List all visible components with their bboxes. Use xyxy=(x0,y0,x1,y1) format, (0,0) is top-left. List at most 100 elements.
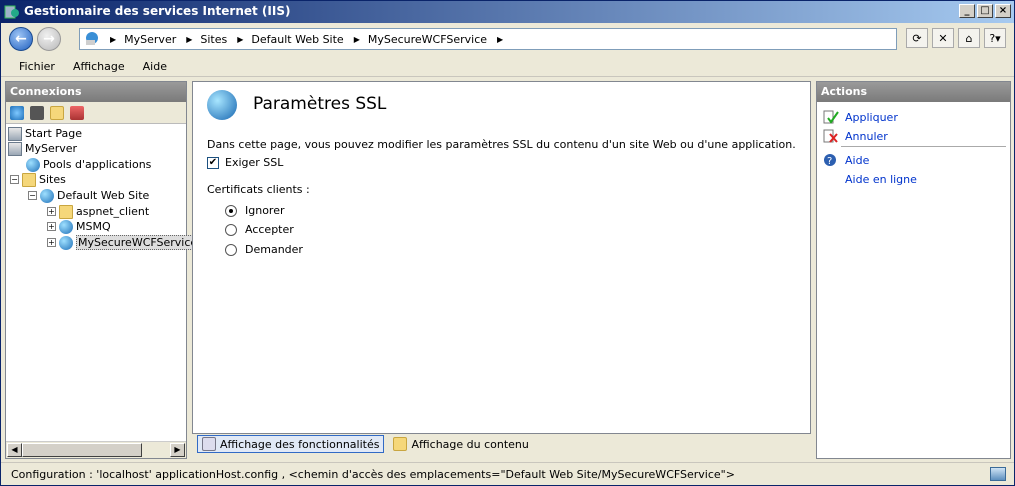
help-icon: ? xyxy=(823,153,839,167)
network-status-icon xyxy=(990,467,1006,481)
expand-icon[interactable]: + xyxy=(47,238,56,247)
chevron-right-icon[interactable]: ▶ xyxy=(186,35,192,44)
svg-text:?: ? xyxy=(827,156,832,167)
tree-label: Start Page xyxy=(25,127,82,140)
page-description: Dans cette page, vous pouvez modifier le… xyxy=(207,138,796,151)
online-help-label: Aide en ligne xyxy=(845,173,917,186)
horizontal-scrollbar[interactable]: ◀ ▶ xyxy=(6,441,186,458)
help-action[interactable]: ? Aide xyxy=(823,153,869,167)
connections-header: Connexions xyxy=(6,82,186,102)
chevron-right-icon[interactable]: ▶ xyxy=(497,35,503,44)
forward-button[interactable]: → xyxy=(37,27,61,51)
online-help-action[interactable]: Aide en ligne xyxy=(845,173,917,186)
status-text: Configuration : 'localhost' applicationH… xyxy=(11,467,735,481)
radio-empty-icon[interactable] xyxy=(225,223,237,236)
tree-label: Default Web Site xyxy=(57,189,150,202)
radio-demander[interactable]: Demander xyxy=(225,243,303,256)
require-ssl-checkbox[interactable]: ✔ Exiger SSL xyxy=(207,156,283,169)
sites-folder-icon xyxy=(22,172,36,187)
tree-label-selected: MySecureWCFService xyxy=(76,235,200,250)
cancel-action[interactable]: Annuler xyxy=(823,129,888,143)
tree-node-start-page[interactable]: Start Page xyxy=(8,126,82,141)
actions-pane: Actions Appliquer Annuler ? Aide Aide en… xyxy=(816,81,1011,459)
breadcrumb-sites[interactable]: Sites xyxy=(200,33,227,46)
title-bar[interactable]: Gestionnaire des services Internet (IIS)… xyxy=(1,1,1014,23)
scroll-right-icon[interactable]: ▶ xyxy=(170,443,185,457)
client-certificates-label: Certificats clients : xyxy=(207,183,310,196)
tree-node-app-pools[interactable]: Pools d'applications xyxy=(26,157,151,172)
application-icon xyxy=(59,219,73,234)
tree-node-sites[interactable]: − Sites xyxy=(10,172,66,187)
breadcrumb-myserver[interactable]: MyServer xyxy=(124,33,176,46)
tree-label: aspnet_client xyxy=(76,205,150,218)
scroll-left-icon[interactable]: ◀ xyxy=(7,443,22,457)
tree-node-myserver[interactable]: MyServer xyxy=(8,141,77,156)
tree-label: Sites xyxy=(39,173,66,186)
menu-bar: Fichier Affichage Aide xyxy=(1,57,1014,77)
tree-label: Pools d'applications xyxy=(43,158,152,171)
disconnect-icon[interactable] xyxy=(70,105,84,120)
chevron-right-icon[interactable]: ▶ xyxy=(110,35,116,44)
start-page-icon xyxy=(8,126,22,141)
page-title: Paramètres SSL xyxy=(253,94,387,114)
ssl-settings-pane: Paramètres SSL Dans cette page, vous pou… xyxy=(192,81,811,434)
apply-action[interactable]: Appliquer xyxy=(823,110,898,124)
collapse-icon[interactable]: − xyxy=(28,191,37,200)
back-button[interactable]: ← xyxy=(9,27,33,51)
refresh-icon[interactable]: ⟳ xyxy=(906,28,928,48)
radio-accepter[interactable]: Accepter xyxy=(225,223,294,236)
window-title: Gestionnaire des services Internet (IIS) xyxy=(24,4,291,18)
menu-aide[interactable]: Aide xyxy=(143,60,167,73)
help-dropdown-icon[interactable]: ?▾ xyxy=(984,28,1006,48)
connect-icon[interactable] xyxy=(10,105,24,120)
minimize-button[interactable]: _ xyxy=(959,4,975,18)
stop-icon[interactable]: ✕ xyxy=(932,28,954,48)
close-button[interactable]: × xyxy=(995,4,1011,18)
server-icon xyxy=(8,141,22,156)
maximize-button[interactable]: □ xyxy=(977,4,993,18)
status-bar: Configuration : 'localhost' applicationH… xyxy=(1,462,1014,485)
menu-fichier[interactable]: Fichier xyxy=(19,60,55,73)
scroll-thumb[interactable] xyxy=(22,443,142,457)
checkbox-checked-icon[interactable]: ✔ xyxy=(207,156,219,169)
tree-node-msmq[interactable]: + MSMQ xyxy=(47,219,111,234)
connections-tree: Start Page MyServer Pools d'applications… xyxy=(6,124,200,250)
home-icon[interactable]: ⌂ xyxy=(958,28,980,48)
radio-empty-icon[interactable] xyxy=(225,243,237,256)
require-ssl-label: Exiger SSL xyxy=(225,156,284,169)
iis-manager-window: Gestionnaire des services Internet (IIS)… xyxy=(0,0,1015,486)
radio-label: Accepter xyxy=(245,223,294,236)
expand-icon[interactable]: + xyxy=(47,207,56,216)
help-label: Aide xyxy=(845,153,870,167)
iis-app-icon xyxy=(4,4,20,20)
menu-affichage[interactable]: Affichage xyxy=(73,60,125,73)
tab-content-view[interactable]: Affichage du contenu xyxy=(388,435,533,453)
ssl-globe-icon xyxy=(207,90,237,120)
tree-node-aspnet-client[interactable]: + aspnet_client xyxy=(47,204,149,219)
collapse-icon[interactable]: − xyxy=(10,175,19,184)
tree-node-default-web-site[interactable]: − Default Web Site xyxy=(28,188,149,203)
radio-label: Ignorer xyxy=(245,204,285,217)
forward-arrow-icon: → xyxy=(43,31,55,47)
tab-features-view[interactable]: Affichage des fonctionnalités xyxy=(197,435,385,453)
radio-selected-icon[interactable] xyxy=(225,204,237,217)
content-view-icon xyxy=(393,437,408,451)
radio-label: Demander xyxy=(245,243,303,256)
view-switcher: Affichage des fonctionnalités Affichage … xyxy=(197,435,534,453)
save-icon[interactable] xyxy=(30,105,44,120)
breadcrumb-default-web-site[interactable]: Default Web Site xyxy=(251,33,343,46)
chevron-right-icon[interactable]: ▶ xyxy=(354,35,360,44)
cancel-label: Annuler xyxy=(845,129,888,143)
address-bar[interactable]: ▶ MyServer ▶ Sites ▶ Default Web Site ▶ MySe… xyxy=(79,28,897,50)
chevron-right-icon[interactable]: ▶ xyxy=(237,35,243,44)
radio-ignorer[interactable]: Ignorer xyxy=(225,204,285,217)
app-pool-icon xyxy=(26,157,40,172)
tree-node-mysecurewcfservice[interactable]: + MySecureWCFService xyxy=(47,235,200,250)
actions-header: Actions xyxy=(817,82,1010,102)
navigation-bar: ← → ▶ MyServer ▶ Sites ▶ Default Web Site ▶… xyxy=(1,23,1014,55)
open-folder-icon[interactable] xyxy=(50,105,64,120)
globe-icon xyxy=(84,30,100,49)
apply-label: Appliquer xyxy=(845,110,898,124)
expand-icon[interactable]: + xyxy=(47,222,56,231)
breadcrumb-mysecurewcfservice[interactable]: MySecureWCFService xyxy=(368,33,487,46)
